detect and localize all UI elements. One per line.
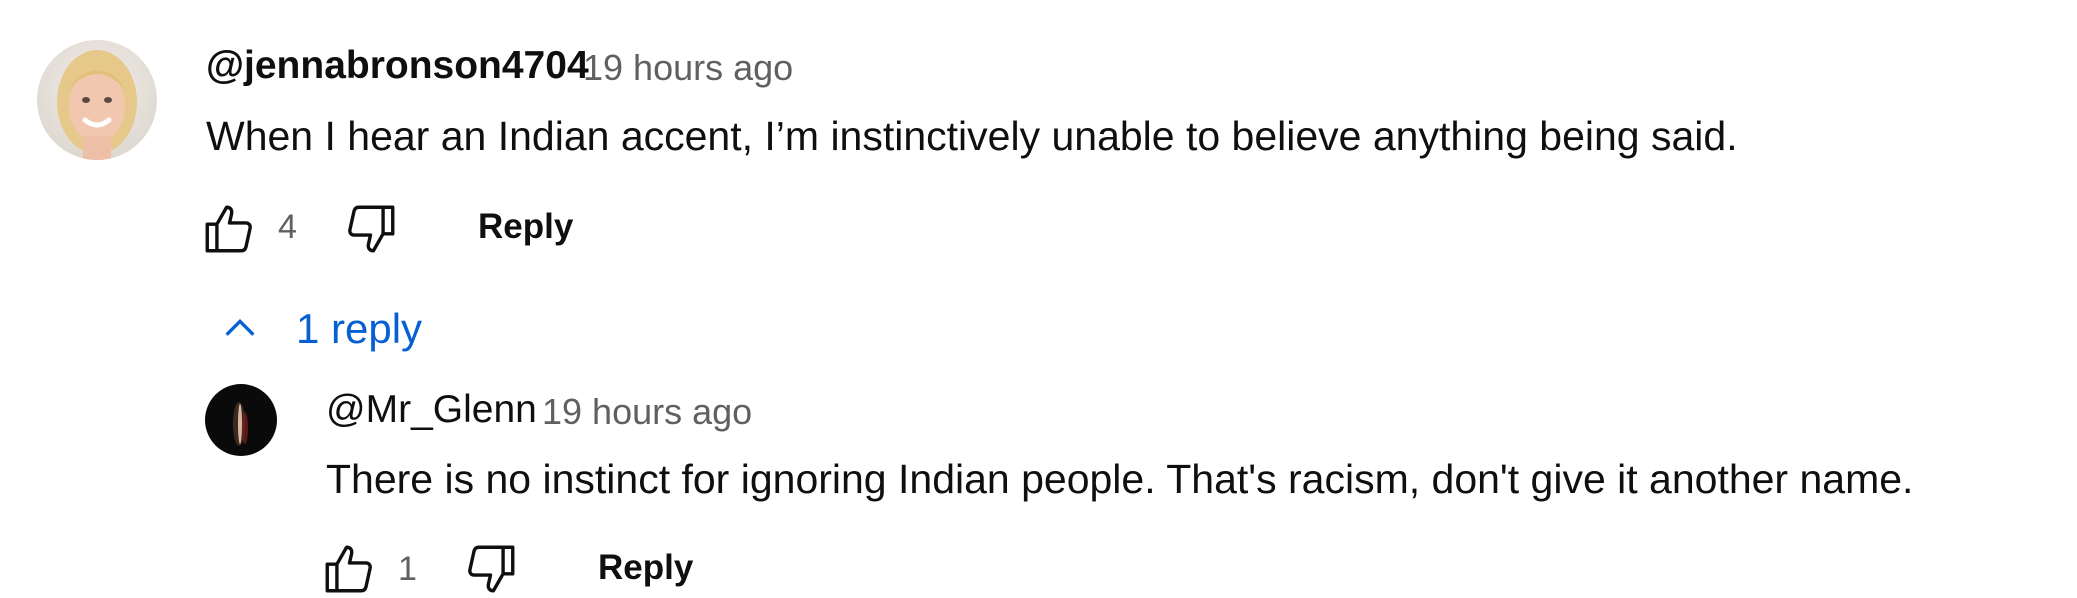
comment-timestamp[interactable]: 19 hours ago	[583, 47, 793, 89]
replies-toggle[interactable]: 1 reply	[216, 300, 436, 360]
comment-avatar[interactable]	[37, 40, 157, 160]
reply-timestamp[interactable]: 19 hours ago	[542, 391, 752, 433]
like-button[interactable]	[198, 200, 260, 258]
thumbs-down-icon	[348, 205, 395, 253]
thumbs-up-icon	[205, 205, 252, 253]
comment-text: When I hear an Indian accent, I’m instin…	[206, 113, 1738, 159]
chevron-up-icon	[225, 318, 255, 336]
replies-toggle-label: 1 reply	[296, 305, 423, 352]
reply-button[interactable]: Reply	[478, 207, 573, 247]
thumbs-down-icon	[468, 545, 515, 593]
comment-author[interactable]: @jennabronson4704	[206, 44, 589, 88]
like-count: 4	[278, 208, 297, 246]
avatar-woman-photo-icon	[37, 40, 157, 160]
reply-text: There is no instinct for ignoring Indian…	[326, 456, 1914, 502]
reply-author[interactable]: @Mr_Glenn	[326, 388, 537, 432]
reply-like-count: 1	[398, 550, 417, 588]
reply-avatar[interactable]	[205, 384, 277, 456]
comment-thread: @jennabronson4704 19 hours ago When I he…	[0, 0, 2077, 593]
dislike-button[interactable]	[340, 200, 402, 258]
reply-like-button[interactable]	[318, 540, 380, 598]
avatar-dark-photo-icon	[205, 384, 277, 456]
reply-reply-button[interactable]: Reply	[598, 548, 693, 588]
thumbs-up-icon	[325, 545, 372, 593]
reply-dislike-button[interactable]	[460, 540, 522, 598]
